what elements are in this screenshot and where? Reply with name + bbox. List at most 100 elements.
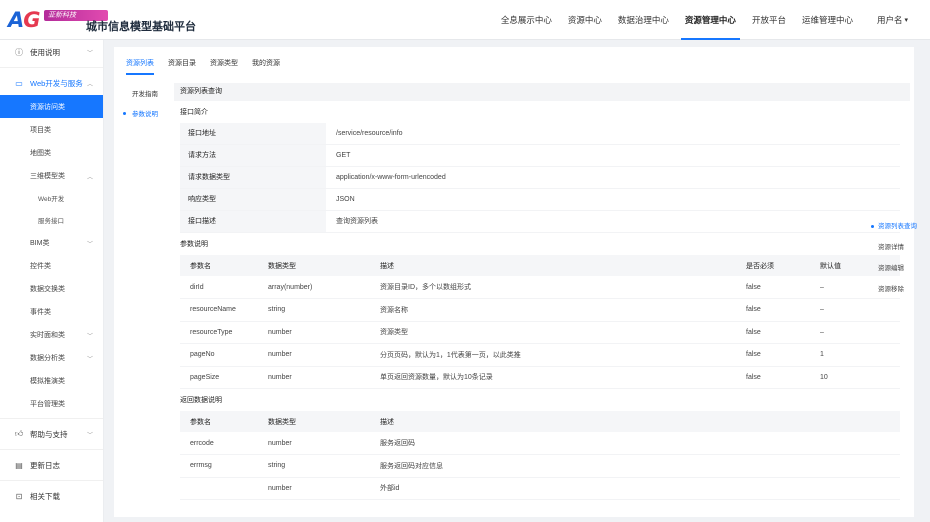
kv-row: 请求方法 GET xyxy=(180,145,900,167)
sidebar-group-label: 相关下载 xyxy=(30,491,60,501)
sidebar-item-data-exchange[interactable]: 数据交换类 xyxy=(0,277,103,300)
table-cell: false xyxy=(736,276,810,299)
sidebar-item-event[interactable]: 事件类 xyxy=(0,300,103,323)
user-name: 用户名 xyxy=(876,15,903,25)
chevron-down-icon: ﹀ xyxy=(86,433,93,439)
chevron-down-icon: ﹀ xyxy=(86,242,93,248)
doc-nav-param-desc[interactable]: 参数说明 xyxy=(122,103,174,123)
return-table: 参数名 数据类型 描述 errcode number 服务返回码 errmsg … xyxy=(180,411,900,500)
section-title-intro: 接口简介 xyxy=(180,109,208,116)
nav-item-resource-management[interactable]: 资源管理中心 xyxy=(677,0,744,40)
tab-resource-directory[interactable]: 资源目录 xyxy=(168,53,196,75)
kv-key: 接口描述 xyxy=(180,211,326,232)
sidebar-item-project[interactable]: 项目类 xyxy=(0,118,103,141)
table-cell: false xyxy=(736,298,810,322)
nav-item-data-governance[interactable]: 数据治理中心 xyxy=(610,0,677,40)
anchor-item-remove[interactable]: 资源移除 xyxy=(866,279,930,300)
table-cell: 外部id xyxy=(370,477,900,500)
kv-key: 请求方法 xyxy=(180,145,326,166)
table-row: errcode number 服务返回码 xyxy=(180,432,900,455)
sidebar-group-help[interactable]: 👍︎ 帮助与支持 ﹀ xyxy=(0,422,103,446)
table-cell: array(number) xyxy=(258,276,370,299)
sidebar-item-label: 三维模型类 xyxy=(30,172,65,180)
table-header: 描述 xyxy=(370,255,736,276)
main-panel: 资源列表 资源目录 资源类型 我的资源 开发指南 参数说明 资源列表查询 接口简… xyxy=(114,47,914,517)
sidebar-group-changelog[interactable]: ▤ 更新日志 xyxy=(0,453,103,477)
kv-key: 响应类型 xyxy=(180,189,326,210)
sidebar-item-label: 数据分析类 xyxy=(30,354,65,362)
table-cell: false xyxy=(736,321,810,344)
table-header: 描述 xyxy=(370,411,900,432)
table-cell: errcode xyxy=(180,432,258,455)
doc-nav-dev-guide[interactable]: 开发指南 xyxy=(122,83,174,103)
kv-key: 请求数据类型 xyxy=(180,167,326,188)
thumbs-up-icon: 👍︎ xyxy=(14,429,24,438)
sidebar-item-bim[interactable]: BIM类 ﹀ xyxy=(0,231,103,254)
sidebar-item-simulation[interactable]: 模拟推演类 xyxy=(0,369,103,392)
table-cell: number xyxy=(258,321,370,344)
table-row: pageNo number 分页页码，默认为1，1代表第一页，以此类推 fals… xyxy=(180,343,900,367)
sidebar-group-downloads[interactable]: ⊡ 相关下载 xyxy=(0,484,103,508)
chevron-up-icon: ︿ xyxy=(86,82,93,88)
sidebar-item-map[interactable]: 地图类 xyxy=(0,141,103,164)
table-cell: dirId xyxy=(180,276,258,299)
section-title-return: 返回数据说明 xyxy=(180,397,222,404)
tab-resource-type[interactable]: 资源类型 xyxy=(210,53,238,75)
nav-item-holographic[interactable]: 全息展示中心 xyxy=(493,0,560,40)
sidebar: ⓘ 使用说明 ﹀ ▭ Web开发与服务 ︿ 资源访问类 项目类 地图类 三维模型… xyxy=(0,40,104,522)
table-header: 数据类型 xyxy=(258,411,370,432)
table-cell: string xyxy=(258,298,370,322)
table-cell: 资源名称 xyxy=(370,298,736,322)
sidebar-item-control[interactable]: 控件类 xyxy=(0,254,103,277)
table-row: resourceName string 资源名称 false – xyxy=(180,298,900,322)
sidebar-subitem-web-dev[interactable]: Web开发 xyxy=(0,187,103,209)
table-header: 参数名 xyxy=(180,255,258,276)
platform-title: 城市信息模型基础平台 xyxy=(86,20,196,33)
user-menu[interactable]: 用户名 ▾ xyxy=(869,0,916,40)
sidebar-item-resource-access[interactable]: 资源访问类 xyxy=(0,95,103,118)
table-header-row: 参数名 数据类型 描述 是否必须 默认值 xyxy=(180,255,900,276)
table-header: 是否必须 xyxy=(736,255,810,276)
api-doc-content: 资源列表查询 接口简介 接口地址 /service/resource/info … xyxy=(174,83,910,500)
kv-key: 接口地址 xyxy=(180,123,326,144)
kv-row: 请求数据类型 application/x-www-form-urlencoded xyxy=(180,167,900,189)
doc-nav: 开发指南 参数说明 xyxy=(122,83,174,123)
sidebar-group-usage[interactable]: ⓘ 使用说明 ﹀ xyxy=(0,40,103,64)
kv-value: JSON xyxy=(336,196,355,203)
anchor-item-edit[interactable]: 资源编辑 xyxy=(866,258,930,279)
info-circle-icon: ⓘ xyxy=(15,47,23,57)
table-cell: 分页页码，默认为1，1代表第一页，以此类推 xyxy=(370,343,736,367)
sidebar-group-web-dev[interactable]: ▭ Web开发与服务 ︿ xyxy=(0,71,103,95)
tab-resource-list[interactable]: 资源列表 xyxy=(126,53,154,75)
table-cell: number xyxy=(258,343,370,367)
sidebar-subitem-service-api[interactable]: 服务接口 xyxy=(0,209,103,231)
table-cell: 单页返回资源数量，默认为10条记录 xyxy=(370,366,736,389)
caret-down-icon: ▾ xyxy=(904,17,908,24)
tab-my-resources[interactable]: 我的资源 xyxy=(252,53,280,75)
chevron-up-icon: ︿ xyxy=(86,175,93,181)
monitor-icon: ▭ xyxy=(15,78,23,88)
sidebar-item-3d-model[interactable]: 三维模型类 ︿ xyxy=(0,164,103,187)
brand-logo[interactable]: AG 亚新科技 城市信息模型基础平台 xyxy=(8,6,196,34)
kv-value: /service/resource/info xyxy=(336,130,403,137)
table-cell: pageNo xyxy=(180,343,258,367)
table-row: dirId array(number) 资源目录ID，多个以数组形式 false… xyxy=(180,276,900,299)
sidebar-item-data-analysis[interactable]: 数据分析类 ﹀ xyxy=(0,346,103,369)
anchor-item-list-query[interactable]: 资源列表查询 xyxy=(866,216,930,237)
table-cell: number xyxy=(258,477,370,500)
table-cell: number xyxy=(258,432,370,455)
download-icon: ⊡ xyxy=(15,491,23,501)
sidebar-group-label: 更新日志 xyxy=(30,460,60,470)
sidebar-item-platform-management[interactable]: 平台管理类 xyxy=(0,392,103,415)
nav-item-ops-management[interactable]: 运维管理中心 xyxy=(794,0,861,40)
chevron-down-icon: ﹀ xyxy=(86,357,93,363)
sidebar-item-realtime[interactable]: 实时面和类 ﹀ xyxy=(0,323,103,346)
top-nav: 全息展示中心 资源中心 数据治理中心 资源管理中心 开放平台 运维管理中心 用户… xyxy=(493,0,916,40)
kv-row: 接口描述 查询资源列表 xyxy=(180,211,900,233)
anchor-item-detail[interactable]: 资源详情 xyxy=(866,237,930,258)
nav-item-resource-center[interactable]: 资源中心 xyxy=(560,0,610,40)
table-cell xyxy=(180,477,258,500)
top-bar: AG 亚新科技 城市信息模型基础平台 全息展示中心 资源中心 数据治理中心 资源… xyxy=(0,0,930,40)
table-row: pageSize number 单页返回资源数量，默认为10条记录 false … xyxy=(180,366,900,389)
nav-item-open-platform[interactable]: 开放平台 xyxy=(744,0,794,40)
